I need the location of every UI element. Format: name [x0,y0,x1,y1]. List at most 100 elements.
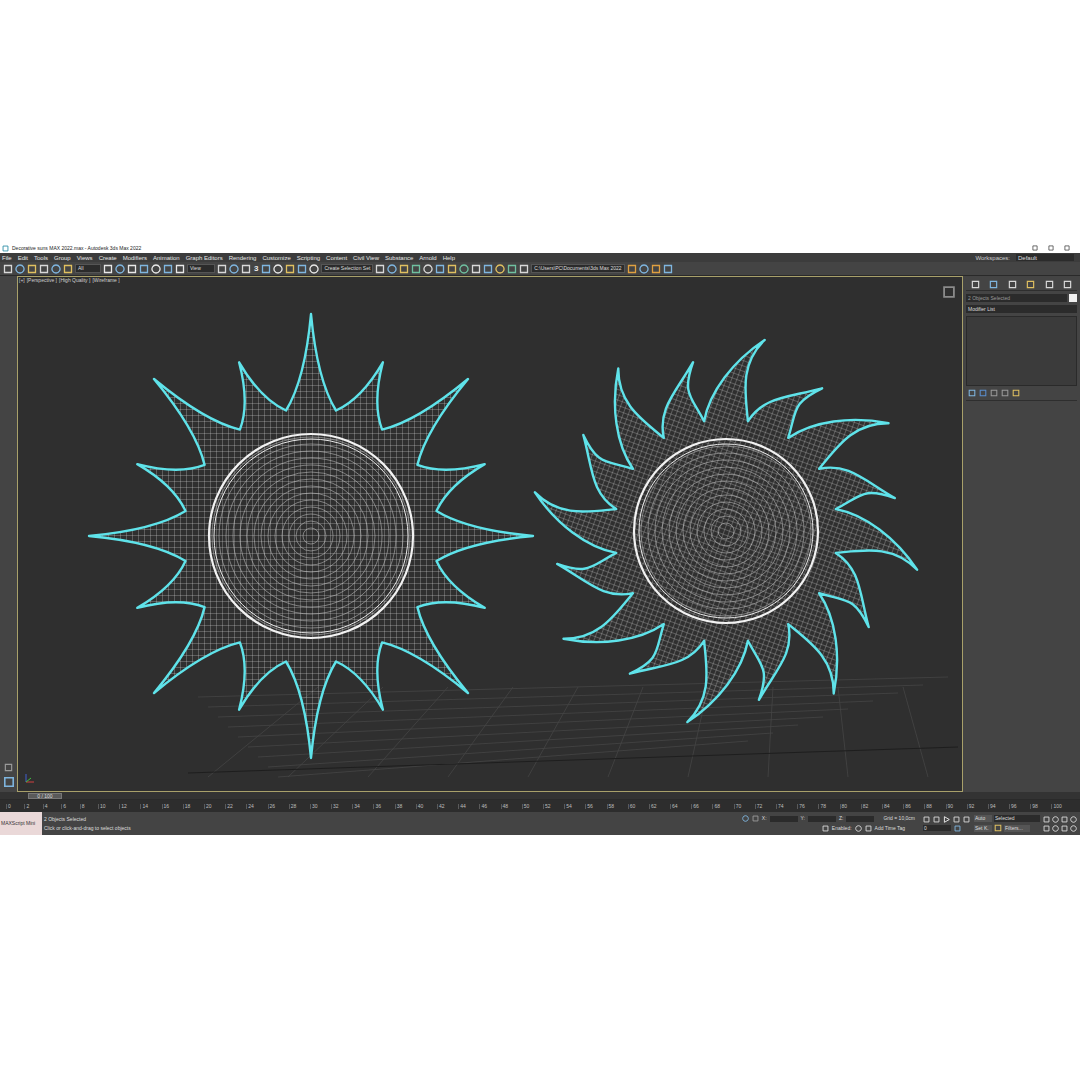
toolbar-tool-icon[interactable] [273,264,283,274]
toolbar-tool-icon[interactable] [627,264,637,274]
toolbar-tool-icon[interactable] [39,264,49,274]
set-key-button[interactable]: Set K. [974,825,992,832]
viewport-label[interactable]: [+] [19,278,25,283]
time-slider-track[interactable]: 0 / 100 [0,792,1080,800]
menu-item[interactable]: Create [99,255,117,261]
toolbar-tool-icon[interactable] [175,264,185,274]
toolbar-tool-icon[interactable] [151,264,161,274]
axis-field[interactable] [846,816,874,822]
toolbar-tool-icon[interactable] [519,264,529,274]
menu-item[interactable]: Edit [18,255,28,261]
navigation-icon[interactable] [1052,816,1059,823]
isolate-icon[interactable] [742,815,749,822]
snap-toggle[interactable]: 3 [253,265,259,273]
app-icon[interactable] [2,245,9,252]
navigation-icon[interactable] [1070,816,1077,823]
menu-item[interactable]: Civil View [353,255,379,261]
maximize-icon[interactable] [1048,245,1054,251]
playback-icon[interactable] [963,816,970,823]
toolbar-tool-icon[interactable] [15,264,25,274]
time-config-icon[interactable] [954,825,961,832]
time-slider-thumb[interactable]: 0 / 100 [28,793,62,799]
navigation-icon[interactable] [1070,825,1077,832]
toolbar-tool-icon[interactable] [241,264,251,274]
command-tab-icon[interactable] [1063,280,1072,289]
toolbar-dropdown[interactable]: Create Selection Set [321,264,373,273]
viewport-label[interactable]: [Wireframe ] [92,278,119,283]
toolbar-tool-icon[interactable] [127,264,137,274]
maxscript-listener[interactable]: MAXScript Mini [0,812,42,835]
toolbar-tool-icon[interactable] [217,264,227,274]
toolbar-tool-icon[interactable] [459,264,469,274]
menu-item[interactable]: Substance [385,255,413,261]
toolbar-tool-icon[interactable] [3,264,13,274]
command-tab-icon[interactable] [1008,280,1017,289]
menu-item[interactable]: Customize [262,255,290,261]
modifier-stack[interactable] [966,316,1077,386]
playback-icon[interactable] [943,816,950,823]
sun-model[interactable] [535,340,917,722]
toolbar-dropdown[interactable]: All [75,264,101,273]
toolbar-tool-icon[interactable] [139,264,149,274]
toolbar-tool-icon[interactable] [375,264,385,274]
menu-item[interactable]: Rendering [229,255,257,261]
menu-item[interactable]: Modifiers [123,255,147,261]
command-tab-icon[interactable] [1026,280,1035,289]
navigation-icon[interactable] [1061,816,1068,823]
stack-tool-icon[interactable] [979,389,987,397]
viewport-layout-icon[interactable] [4,763,13,772]
playback-icon[interactable] [923,816,930,823]
playback-icon[interactable] [933,816,940,823]
key-icon[interactable] [994,824,1002,832]
axis-field[interactable] [808,816,836,822]
toolbar-tool-icon[interactable] [63,264,73,274]
toolbar-dropdown[interactable]: C:\Users\PC\Documents\3ds Max 2022 [531,264,624,273]
toolbar-tool-icon[interactable] [309,264,319,274]
enabled-toggle-icon[interactable] [855,825,862,832]
toolbar-tool-icon[interactable] [639,264,649,274]
toolbar-tool-icon[interactable] [495,264,505,274]
close-icon[interactable] [1064,245,1070,251]
command-tab-icon[interactable] [1045,280,1054,289]
toolbar-tool-icon[interactable] [27,264,37,274]
menu-item[interactable]: Scripting [297,255,320,261]
viewcube[interactable] [942,285,956,299]
viewport-layout-tab-icon[interactable] [3,776,15,788]
toolbar-tool-icon[interactable] [399,264,409,274]
lock-icon[interactable] [752,815,759,822]
toolbar-tool-icon[interactable] [297,264,307,274]
toolbar-tool-icon[interactable] [261,264,271,274]
toolbar-tool-icon[interactable] [447,264,457,274]
navigation-icon[interactable] [1043,825,1050,832]
toolbar-tool-icon[interactable] [471,264,481,274]
stack-tool-icon[interactable] [1012,389,1020,397]
toolbar-tool-icon[interactable] [387,264,397,274]
object-name-field[interactable]: 2 Objects Selected [966,294,1067,302]
workspace-dropdown[interactable]: Default [1016,254,1074,261]
time-ruler[interactable]: 0246810121416182022242628303234363840424… [0,800,1080,812]
menu-item[interactable]: Views [77,255,93,261]
time-tag-icon[interactable] [865,825,872,832]
menu-item[interactable]: Graph Editors [186,255,223,261]
toolbar-tool-icon[interactable] [163,264,173,274]
modifier-list-dropdown[interactable]: Modifier List [966,305,1077,313]
toolbar-tool-icon[interactable] [663,264,673,274]
navigation-icon[interactable] [1061,825,1068,832]
stack-tool-icon[interactable] [1001,389,1009,397]
viewport-label[interactable]: [High Quality ] [59,278,90,283]
toolbar-tool-icon[interactable] [651,264,661,274]
toolbar-tool-icon[interactable] [411,264,421,274]
filters-button[interactable]: Filters... [1004,825,1030,832]
auto-key-button[interactable]: Auto [974,815,992,822]
axis-field[interactable] [770,816,798,822]
menu-item[interactable]: Help [443,255,455,261]
toolbar-tool-icon[interactable] [435,264,445,274]
stack-tool-icon[interactable] [968,389,976,397]
menu-item[interactable]: Animation [153,255,180,261]
minimize-icon[interactable] [1032,245,1038,251]
menu-item[interactable]: Tools [34,255,48,261]
toolbar-tool-icon[interactable] [483,264,493,274]
menu-item[interactable]: Group [54,255,71,261]
object-color-swatch[interactable] [1069,294,1077,302]
playback-icon[interactable] [953,816,960,823]
